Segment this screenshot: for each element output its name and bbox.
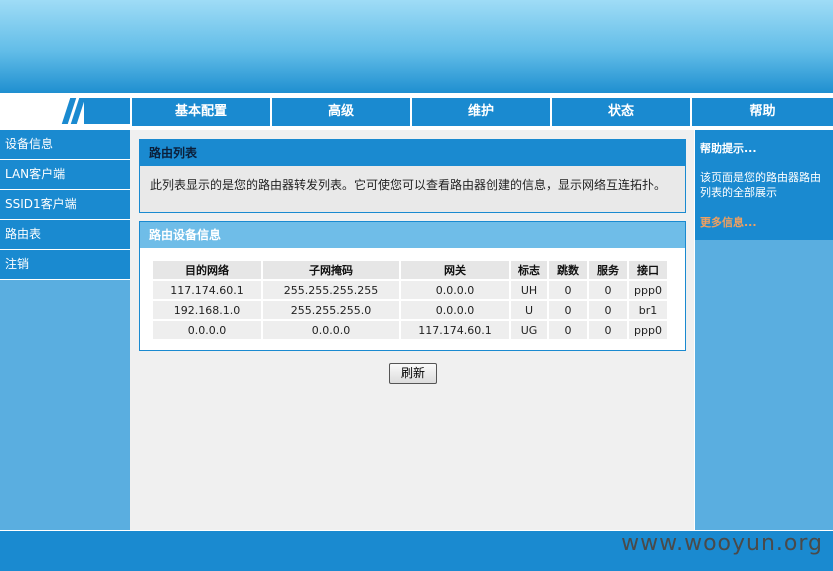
col-interface: 接口 (629, 261, 667, 279)
cell-destination: 117.174.60.1 (153, 281, 261, 299)
col-destination: 目的网络 (153, 261, 261, 279)
route-list-description: 此列表显示的是您的路由器转发列表。它可使您可以查看路由器创建的信息，显示网络互连… (140, 166, 685, 212)
col-flags: 标志 (511, 261, 547, 279)
col-gateway: 网关 (401, 261, 509, 279)
cell-service: 0 (589, 281, 627, 299)
cell-interface: br1 (629, 301, 667, 319)
sidebar-item-lan-clients[interactable]: LAN客户端 (0, 160, 130, 190)
help-box: 帮助提示... 该页面是您的路由器路由列表的全部展示 更多信息... (695, 130, 833, 240)
route-info-title: 路由设备信息 (140, 222, 685, 248)
cell-gateway: 0.0.0.0 (401, 301, 509, 319)
sidebar-item-device-info[interactable]: 设备信息 (0, 130, 130, 160)
col-netmask: 子网掩码 (263, 261, 399, 279)
sidebar-item-ssid1-clients[interactable]: SSID1客户端 (0, 190, 130, 220)
cell-hops: 0 (549, 321, 587, 339)
route-list-title: 路由列表 (140, 140, 685, 166)
help-text: 该页面是您的路由器路由列表的全部展示 (700, 171, 821, 199)
tab-help[interactable]: 帮助 (692, 98, 833, 126)
cell-service: 0 (589, 321, 627, 339)
cell-netmask: 0.0.0.0 (263, 321, 399, 339)
route-list-panel: 路由列表 此列表显示的是您的路由器转发列表。它可使您可以查看路由器创建的信息，显… (139, 139, 686, 213)
cell-flags: UH (511, 281, 547, 299)
cell-netmask: 255.255.255.0 (263, 301, 399, 319)
cell-netmask: 255.255.255.255 (263, 281, 399, 299)
watermark-text: www.wooyun.org (621, 531, 823, 556)
tab-advanced[interactable]: 高级 (272, 98, 410, 126)
cell-flags: U (511, 301, 547, 319)
logo-stripes (61, 98, 130, 124)
cell-flags: UG (511, 321, 547, 339)
sidebar-item-route-table[interactable]: 路由表 (0, 220, 130, 250)
tab-maintenance[interactable]: 维护 (412, 98, 550, 126)
top-nav: 基本配置 高级 维护 状态 帮助 (0, 96, 833, 126)
cell-interface: ppp0 (629, 321, 667, 339)
table-row: 0.0.0.0 0.0.0.0 117.174.60.1 UG 0 0 ppp0 (153, 321, 667, 339)
cell-gateway: 117.174.60.1 (401, 321, 509, 339)
cell-gateway: 0.0.0.0 (401, 281, 509, 299)
help-sidebar: 帮助提示... 该页面是您的路由器路由列表的全部展示 更多信息... (695, 130, 833, 530)
col-hops: 跳数 (549, 261, 587, 279)
route-table: 目的网络 子网掩码 网关 标志 跳数 服务 接口 117.174.60.1 25… (151, 259, 669, 341)
col-service: 服务 (589, 261, 627, 279)
help-title: 帮助提示... (700, 142, 757, 155)
tab-status[interactable]: 状态 (552, 98, 690, 126)
tab-basic-config[interactable]: 基本配置 (132, 98, 270, 126)
table-row: 117.174.60.1 255.255.255.255 0.0.0.0 UH … (153, 281, 667, 299)
cell-service: 0 (589, 301, 627, 319)
main-content: 路由列表 此列表显示的是您的路由器转发列表。它可使您可以查看路由器创建的信息，显… (130, 130, 694, 530)
header-banner (0, 0, 833, 93)
cell-hops: 0 (549, 281, 587, 299)
table-row: 192.168.1.0 255.255.255.0 0.0.0.0 U 0 0 … (153, 301, 667, 319)
cell-destination: 192.168.1.0 (153, 301, 261, 319)
table-header-row: 目的网络 子网掩码 网关 标志 跳数 服务 接口 (153, 261, 667, 279)
cell-destination: 0.0.0.0 (153, 321, 261, 339)
route-info-panel: 路由设备信息 目的网络 子网掩码 网关 标志 跳数 服务 接口 117.174.… (139, 221, 686, 351)
more-info-link[interactable]: 更多信息... (700, 214, 828, 230)
sidebar: 设备信息 LAN客户端 SSID1客户端 路由表 注销 (0, 130, 130, 530)
refresh-button[interactable]: 刷新 (389, 363, 437, 384)
cell-interface: ppp0 (629, 281, 667, 299)
cell-hops: 0 (549, 301, 587, 319)
sidebar-item-logout[interactable]: 注销 (0, 250, 130, 280)
